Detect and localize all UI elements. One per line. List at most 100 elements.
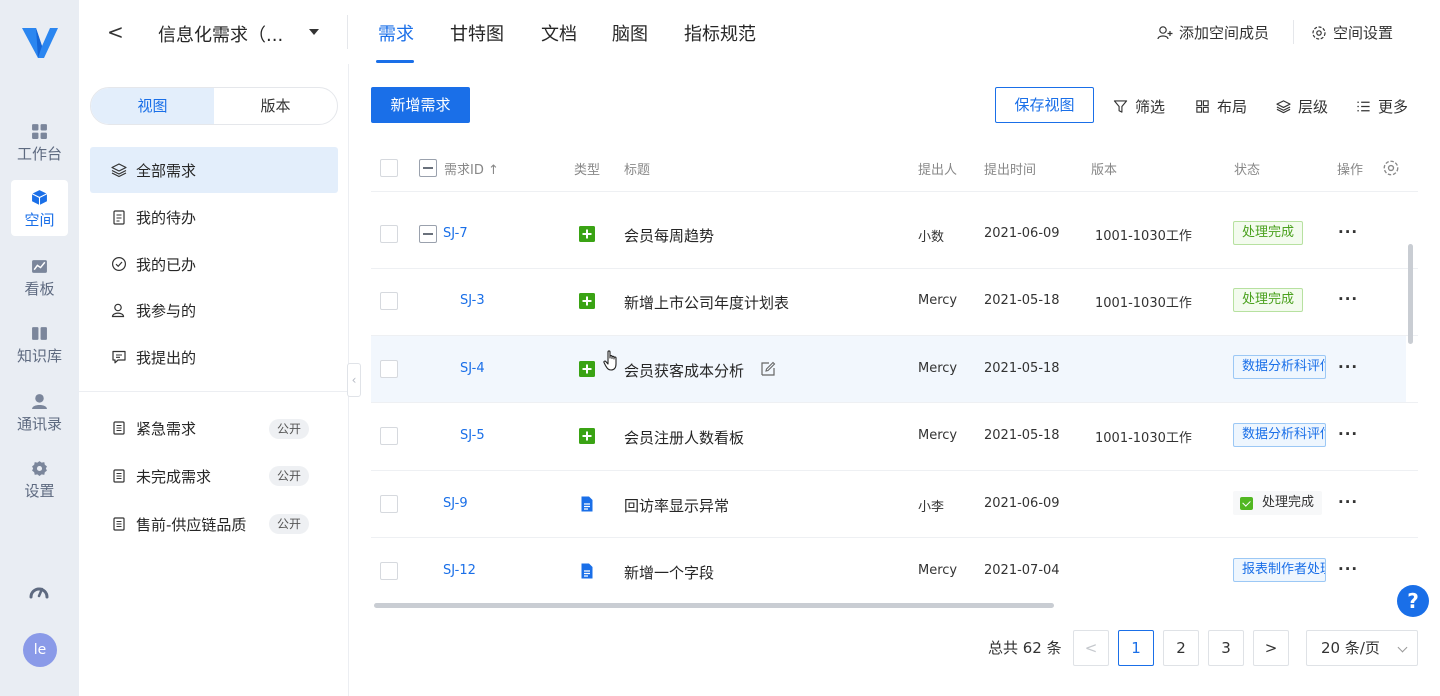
caret-down-icon[interactable] [309, 29, 319, 35]
row-more-button[interactable]: ··· [1338, 560, 1358, 578]
space-title[interactable]: 信息化需求（... [158, 21, 283, 47]
level-button[interactable]: 层级 [1276, 96, 1328, 117]
more-button[interactable]: 更多 [1356, 96, 1408, 117]
more-label: 更多 [1378, 98, 1409, 116]
filter-icon [1113, 100, 1128, 113]
row-checkbox[interactable] [380, 225, 398, 243]
requirement-title[interactable]: 会员注册人数看板 [624, 427, 744, 448]
chevron-down-icon [1397, 642, 1408, 653]
requirement-id-link[interactable]: SJ-9 [443, 496, 468, 511]
rail-item-board[interactable]: 看板 [11, 249, 68, 305]
save-view-button[interactable]: 保存视图 [995, 87, 1094, 123]
edit-icon[interactable] [760, 361, 776, 377]
list-doc-icon [113, 517, 125, 531]
select-all-checkbox[interactable] [380, 159, 398, 177]
header-id[interactable]: 需求ID ↑ [444, 159, 499, 178]
requirement-title[interactable]: 回访率显示异常 [624, 495, 729, 516]
requirement-id-link[interactable]: SJ-5 [460, 428, 485, 443]
row-more-button[interactable]: ··· [1338, 358, 1358, 376]
rail-item-label: 看板 [24, 280, 55, 298]
proposed-time: 2021-05-18 [984, 293, 1060, 308]
rail-item-label: 设置 [24, 482, 55, 500]
proposed-time: 2021-06-09 [984, 226, 1060, 241]
tab-gantt[interactable]: 甘特图 [450, 20, 504, 46]
requirement-id-link[interactable]: SJ-4 [460, 361, 485, 376]
requirement-id-link[interactable]: SJ-7 [443, 226, 468, 241]
version: 1001-1030工作 [1095, 296, 1192, 311]
rail-item-label: 空间 [24, 211, 55, 229]
row-checkbox[interactable] [380, 427, 398, 445]
gear-icon [32, 461, 47, 476]
status-badge[interactable]: 报表制作者处理 [1233, 558, 1326, 582]
header-type: 类型 [574, 163, 601, 178]
prev-page-button[interactable]: < [1073, 630, 1109, 666]
row-checkbox[interactable] [380, 360, 398, 378]
row-checkbox[interactable] [380, 562, 398, 580]
row-more-button[interactable]: ··· [1338, 425, 1358, 443]
layout-button[interactable]: 布局 [1195, 96, 1247, 117]
requirement-id-link[interactable]: SJ-3 [460, 293, 485, 308]
tab-metrics[interactable]: 指标规范 [684, 20, 756, 46]
column-settings-icon[interactable] [1382, 159, 1400, 177]
rail-item-knowledge[interactable]: 知识库 [11, 316, 68, 372]
speedometer-icon[interactable] [28, 581, 50, 603]
proposed-time: 2021-05-18 [984, 428, 1060, 443]
proposed-time: 2021-05-18 [984, 361, 1060, 376]
status-badge[interactable]: 数据分析科评估 [1233, 355, 1326, 379]
vertical-scrollbar[interactable] [1408, 244, 1413, 344]
tab-mindmap[interactable]: 脑图 [612, 20, 648, 46]
add-requirement-button[interactable]: 新增需求 [371, 87, 470, 123]
next-page-button[interactable]: > [1253, 630, 1289, 666]
page-2-button[interactable]: 2 [1163, 630, 1199, 666]
row-more-button[interactable]: ··· [1338, 290, 1358, 308]
sort-asc-icon[interactable]: ↑ [488, 163, 499, 178]
avatar[interactable]: le [23, 633, 57, 667]
requirement-id-link[interactable]: SJ-12 [443, 563, 476, 578]
rail-item-contacts[interactable]: 通讯录 [11, 384, 68, 440]
view-all-requirements[interactable]: 全部需求 [90, 147, 338, 193]
row-more-button[interactable]: ··· [1338, 493, 1358, 511]
rail-item-label: 知识库 [16, 347, 62, 365]
back-button[interactable]: < [107, 20, 127, 44]
rail-item-settings[interactable]: 设置 [11, 451, 68, 507]
segment-version[interactable]: 版本 [214, 88, 337, 124]
view-my-done[interactable]: 我的已办 [90, 241, 338, 287]
left-rail: 工作台 空间 看板 知识库 通讯录 设置 le [0, 0, 79, 696]
page-1-button[interactable]: 1 [1118, 630, 1154, 666]
comment-icon [112, 350, 126, 364]
filter-button[interactable]: 筛选 [1113, 96, 1165, 117]
header-divider [371, 191, 1418, 192]
space-settings-button[interactable]: 空间设置 [1311, 22, 1393, 43]
collapse-panel-button[interactable]: ‹ [347, 363, 361, 397]
row-divider [371, 268, 1418, 269]
collapse-row-icon[interactable] [419, 225, 437, 243]
rail-item-space[interactable]: 空间 [11, 180, 68, 236]
status-badge[interactable]: 处理完成 [1233, 491, 1323, 515]
row-checkbox[interactable] [380, 292, 398, 310]
list-doc-icon [113, 469, 125, 483]
requirement-title[interactable]: 新增一个字段 [624, 562, 714, 583]
row-more-button[interactable]: ··· [1338, 223, 1358, 241]
requirement-title[interactable]: 会员获客成本分析 [624, 360, 744, 381]
page-size-select[interactable]: 20 条/页 [1306, 630, 1418, 666]
tab-requirements[interactable]: 需求 [378, 20, 414, 46]
segment-view[interactable]: 视图 [91, 88, 214, 124]
row-checkbox[interactable] [380, 495, 398, 513]
rail-item-workbench[interactable]: 工作台 [11, 114, 68, 170]
help-button[interactable]: ? [1397, 585, 1429, 617]
view-participated[interactable]: 我参与的 [90, 287, 338, 333]
view-version-switch: 视图 版本 [90, 87, 338, 125]
view-proposed[interactable]: 我提出的 [90, 334, 338, 380]
page-3-button[interactable]: 3 [1208, 630, 1244, 666]
status-badge[interactable]: 处理完成 [1233, 288, 1304, 312]
requirement-title[interactable]: 新增上市公司年度计划表 [624, 292, 789, 313]
horizontal-scrollbar[interactable] [374, 603, 1054, 608]
view-my-todo[interactable]: 我的待办 [90, 194, 338, 240]
collapse-all-icon[interactable] [419, 159, 437, 177]
add-member-button[interactable]: 添加空间成员 [1157, 22, 1269, 43]
status-label: 处理完成 [1262, 495, 1315, 510]
status-badge[interactable]: 数据分析科评估 [1233, 423, 1326, 447]
status-badge[interactable]: 处理完成 [1233, 221, 1304, 245]
requirement-title[interactable]: 会员每周趋势 [624, 225, 714, 246]
tab-docs[interactable]: 文档 [541, 20, 577, 46]
